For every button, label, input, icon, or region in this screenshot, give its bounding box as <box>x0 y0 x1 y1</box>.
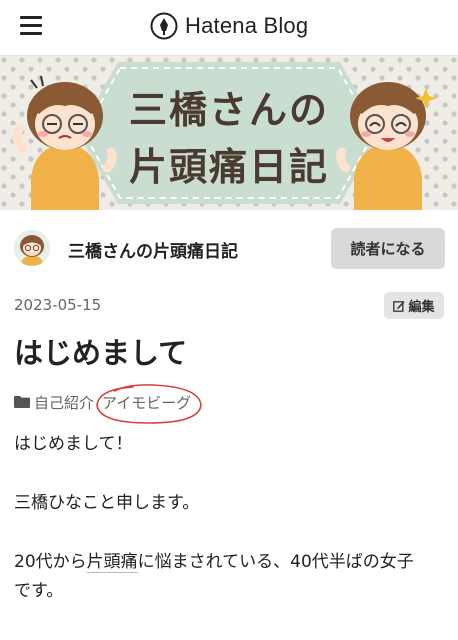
body-paragraph-1: はじめまして！ <box>14 434 133 454</box>
body-text: 20代から <box>14 552 87 572</box>
blog-info-row: 三橋さんの片頭痛日記 読者になる <box>0 210 458 286</box>
entry-body: はじめまして！ 三橋ひなこと申します。 20代から片頭痛に悩まされている、40代… <box>14 430 444 606</box>
banner-title-line2: 片頭痛日記 <box>128 145 329 189</box>
category-list: 自己紹介 アイモビーグ <box>14 392 199 412</box>
category-aimovig[interactable]: アイモビーグ <box>102 392 191 413</box>
avatar-illustration <box>14 230 50 266</box>
subscribe-button[interactable]: 読者になる <box>331 228 445 269</box>
brand-text: Hatena Blog <box>185 13 309 38</box>
edit-label: 編集 <box>408 300 435 315</box>
edit-button[interactable]: 編集 <box>384 292 444 319</box>
edit-icon <box>393 300 406 312</box>
category-self-introduction[interactable]: 自己紹介 <box>34 392 94 413</box>
body-paragraph-2: 三橋ひなこと申します。 <box>14 493 200 513</box>
blog-name[interactable]: 三橋さんの片頭痛日記 <box>68 237 238 262</box>
hatena-pen-icon <box>150 12 178 40</box>
body-text: に悩まされている、40代半ばの女子 <box>137 552 414 572</box>
keyword-link-migraine[interactable]: 片頭痛 <box>86 552 138 573</box>
blog-header-banner[interactable]: 三橋さんの 片頭痛日記 <box>0 56 458 210</box>
body-paragraph-3: 20代から片頭痛に悩まされている、40代半ばの女子です。 <box>14 548 444 606</box>
body-text: です。 <box>14 581 64 601</box>
top-bar: Hatena Blog <box>0 0 458 56</box>
entry-title[interactable]: はじめまして <box>14 330 187 372</box>
hatena-blog-logo[interactable]: Hatena Blog <box>150 11 308 41</box>
folder-icon <box>14 396 30 408</box>
blog-avatar[interactable] <box>14 230 50 266</box>
entry-date[interactable]: 2023-05-15 <box>14 296 101 314</box>
banner-title-line1: 三橋さんの <box>128 88 329 132</box>
hamburger-icon[interactable] <box>20 16 42 36</box>
